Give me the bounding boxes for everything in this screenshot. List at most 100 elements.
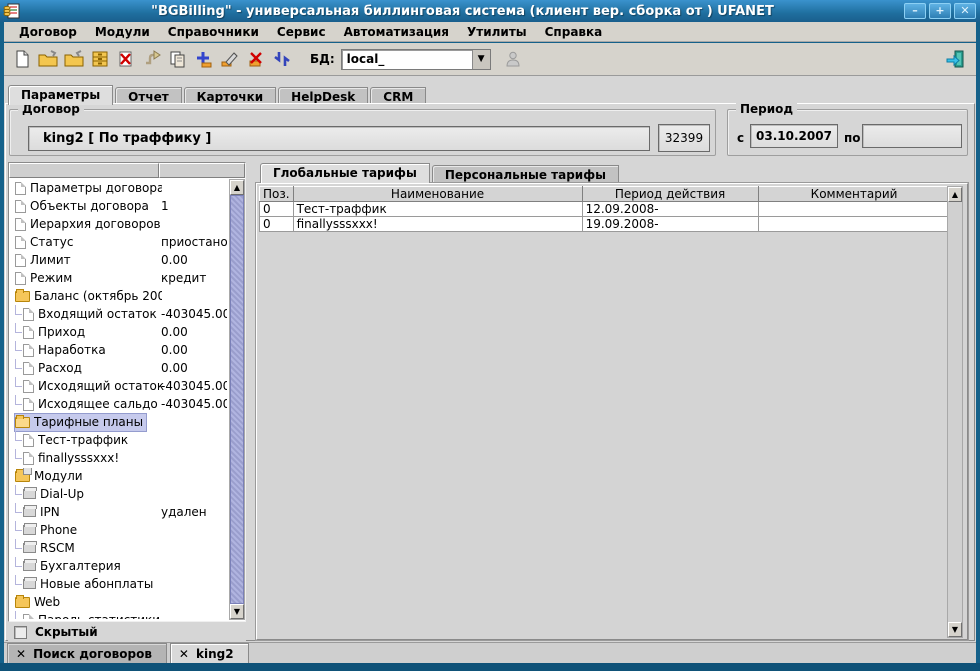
tariff-tab-0[interactable]: Глобальные тарифы [260,163,430,183]
tree-item-label: Приход [38,325,85,339]
user-icon[interactable] [501,47,525,71]
tree-row[interactable]: Исходящий остаток-403045.00 [9,377,228,395]
table-cell [758,217,950,232]
tree-row[interactable]: IPNудален [9,503,228,521]
tree-row-main: Приход [23,324,88,341]
tree-row[interactable]: Входящий остаток-403045.00 [9,305,228,323]
menu-item-1[interactable]: Модули [88,23,157,41]
tree-row[interactable]: Приход0.00 [9,323,228,341]
tree-row[interactable]: Баланс (октябрь 2008) [9,287,228,305]
redo-arrow-icon[interactable] [140,47,164,71]
period-from-label: с [737,131,744,145]
chevron-down-icon[interactable]: ▼ [472,50,490,69]
tree-row[interactable]: Иерархия договоров [9,215,228,233]
tree-row[interactable]: Лимит0.00 [9,251,228,269]
app-logo-icon [3,3,21,19]
tree-connector-line [9,503,23,521]
tree-row[interactable]: Новые абонплаты [9,575,228,593]
delete-document-icon[interactable] [114,47,138,71]
exit-icon[interactable] [944,47,968,71]
tree-item-label: Исходящий остаток [38,379,164,393]
table-scrollbar-track[interactable] [948,202,962,622]
page-icon [15,272,26,285]
tree-row[interactable]: Наработка0.00 [9,341,228,359]
remove-item-icon[interactable] [244,47,268,71]
tree-row-main: Тест-траффик [23,432,131,449]
scroll-up-icon[interactable]: ▲ [230,180,244,195]
refresh-icon[interactable] [270,47,294,71]
tree-item-label: Статус [30,235,73,249]
column-header-2[interactable]: Период действия [582,187,758,202]
folder-open-icon [15,417,30,428]
tree-item-label: RSCM [40,541,75,555]
tree-item-label: Новые абонплаты [40,577,153,591]
table-cell: 19.09.2008- [582,217,758,232]
tariff-tab-1[interactable]: Персональные тарифы [432,165,619,183]
import-folder-icon[interactable] [62,47,86,71]
tree-row[interactable]: Пароль статистики [9,611,228,619]
tree-row[interactable]: RSCM [9,539,228,557]
hidden-checkbox-label: Скрытый [35,625,98,639]
menu-item-2[interactable]: Справочники [161,23,266,41]
tree-row[interactable]: Phone [9,521,228,539]
contract-id-field: 32399 [658,124,710,152]
tree-item-value: удален [161,505,227,519]
tree-row[interactable]: Исходящее сальдо-403045.00 [9,395,228,413]
tree-row[interactable]: Режимкредит [9,269,228,287]
menu-item-0[interactable]: Договор [12,23,84,41]
minimize-button[interactable]: – [904,3,926,19]
tree-connector-line [9,485,23,503]
close-icon[interactable]: ✕ [16,647,26,661]
bottom-tab-king2[interactable]: ✕ king2 [170,643,249,663]
menu-item-5[interactable]: Утилиты [460,23,534,41]
table-row[interactable]: 0Тест-траффик12.09.2008- [260,202,951,217]
tree-row[interactable]: Статусприостано... [9,233,228,251]
tree-row[interactable]: Тарифные планы [9,413,228,431]
close-button[interactable]: ✕ [954,3,976,19]
table-row[interactable]: 0finallysssxxx!19.09.2008- [260,217,951,232]
tree-row[interactable]: Бухгалтерия [9,557,228,575]
drawers-icon[interactable] [88,47,112,71]
tree-item-label: Иерархия договоров [30,217,161,231]
scroll-up-icon[interactable]: ▲ [948,187,962,202]
close-icon[interactable]: ✕ [179,647,189,661]
period-from-field[interactable]: 03.10.2007 [750,124,838,148]
edit-item-icon[interactable] [218,47,242,71]
period-groupbox: Период с 03.10.2007 по [727,109,968,156]
copy-document-icon[interactable] [166,47,190,71]
scroll-down-icon[interactable]: ▼ [948,622,962,637]
tree-row[interactable]: Тест-траффик [9,431,228,449]
tree-row[interactable]: Dial-Up [9,485,228,503]
tree-row[interactable]: Параметры договора [9,179,228,197]
tree-connector-line [9,611,23,619]
new-document-icon[interactable] [10,47,34,71]
tree-row[interactable]: Web [9,593,228,611]
menu-item-3[interactable]: Сервис [270,23,333,41]
tree-row-main: Параметры договора [15,180,165,197]
tree-scrollbar[interactable]: ▲ ▼ [229,179,245,620]
scroll-down-icon[interactable]: ▼ [230,604,244,619]
menu-item-4[interactable]: Автоматизация [337,23,456,41]
table-scrollbar[interactable]: ▲ ▼ [947,186,963,638]
maximize-button[interactable]: + [929,3,951,19]
column-header-0[interactable]: Поз. [260,187,294,202]
menu-item-6[interactable]: Справка [538,23,610,41]
contract-name-field[interactable]: king2 [ По траффику ] [28,126,650,151]
tree-row[interactable]: Объекты договора1 [9,197,228,215]
bottom-tab-поиск-договоров[interactable]: ✕Поиск договоров [7,643,167,663]
table-cell: 12.09.2008- [582,202,758,217]
db-combobox[interactable]: local_ ▼ [341,49,491,70]
open-folder-icon[interactable] [36,47,60,71]
column-header-1[interactable]: Наименование [293,187,582,202]
hidden-checkbox[interactable] [14,626,27,639]
bottom-tab-label: king2 [196,647,234,661]
add-item-icon[interactable] [192,47,216,71]
tree-scrollbar-thumb[interactable] [230,195,244,604]
column-header-3[interactable]: Комментарий [758,187,950,202]
tree-row[interactable]: finallysssxxx! [9,449,228,467]
period-to-field[interactable] [862,124,962,148]
tree-row[interactable]: Расход0.00 [9,359,228,377]
tree-row[interactable]: Модули [9,467,228,485]
tab-параметры[interactable]: Параметры [8,85,113,105]
tree-item-value: 0.00 [161,361,227,375]
